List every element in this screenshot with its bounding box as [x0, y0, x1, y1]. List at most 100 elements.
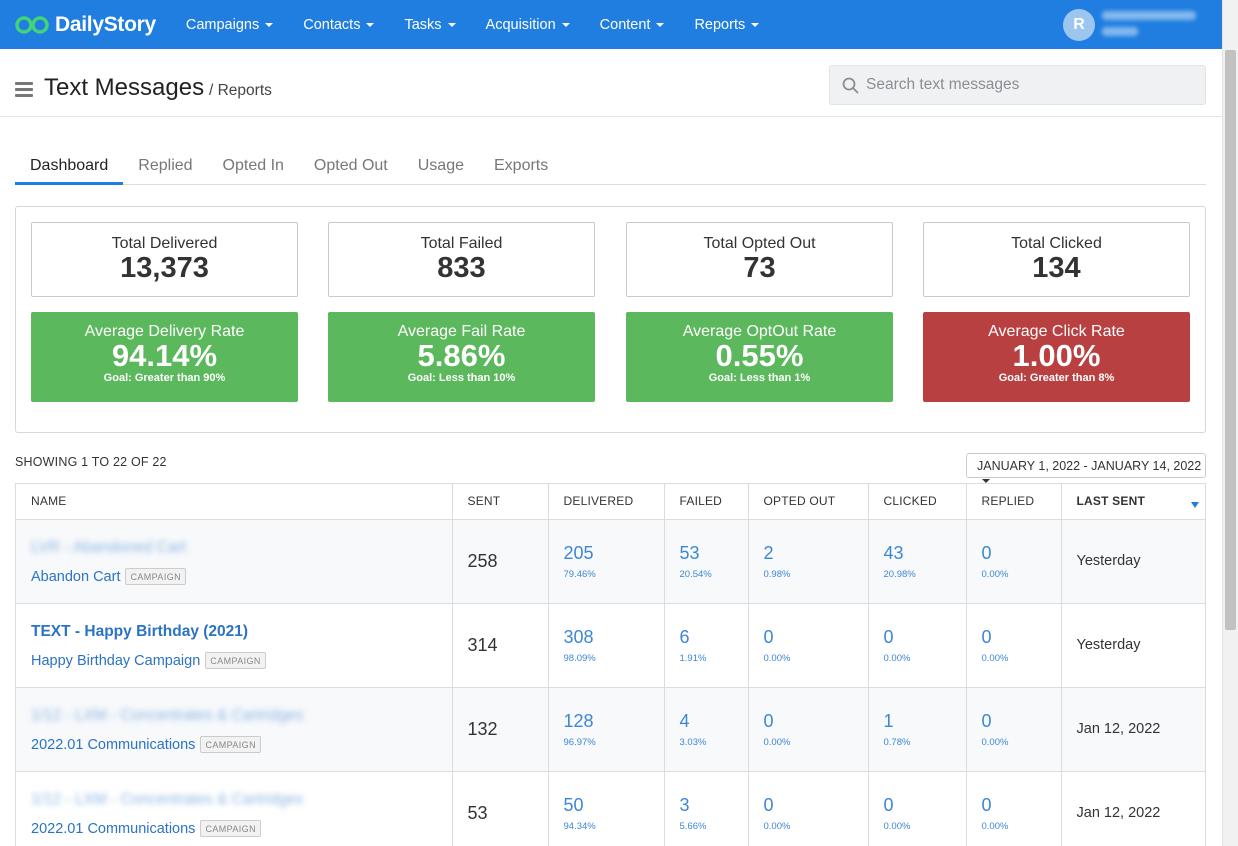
- stat-label: Total Opted Out: [703, 235, 816, 252]
- delivered-count[interactable]: 205: [564, 543, 664, 564]
- name-cell: LVR - Abandoned Cart Abandon Cart CAMPAI…: [16, 519, 453, 604]
- tab-opted-in[interactable]: Opted In: [208, 147, 299, 185]
- infinity-logo-icon: [15, 15, 49, 34]
- opted-out-percent: 0.00%: [763, 820, 791, 832]
- opted-out-count[interactable]: 2: [764, 543, 868, 564]
- tab-replied[interactable]: Replied: [123, 147, 207, 185]
- column-header-last-sent[interactable]: LAST SENT: [1061, 484, 1205, 520]
- brand-name: DailyStory: [55, 12, 156, 36]
- user-avatar[interactable]: R: [1063, 9, 1095, 41]
- delivered-count[interactable]: 50: [564, 795, 664, 816]
- failed-count[interactable]: 3: [680, 795, 748, 816]
- clicked-count[interactable]: 0: [884, 795, 966, 816]
- column-header-failed[interactable]: FAILED: [664, 484, 749, 520]
- nav-contacts[interactable]: Contacts: [288, 17, 389, 33]
- nav-content[interactable]: Content: [585, 17, 680, 33]
- clicked-count[interactable]: 1: [884, 711, 966, 732]
- messages-table: NAME SENT DELIVERED FAILED OPTED OUT CLI…: [15, 483, 1206, 846]
- clicked-count[interactable]: 43: [884, 543, 966, 564]
- message-name-link[interactable]: LVR - Abandoned Cart: [31, 539, 452, 559]
- last-sent: Jan 12, 2022: [1076, 805, 1161, 821]
- campaign-link[interactable]: Happy Birthday Campaign: [31, 653, 200, 669]
- hamburger-menu-icon[interactable]: [15, 82, 33, 100]
- sent-count: 314: [467, 634, 498, 655]
- stats-panel: Total Delivered 13,373 Total Failed 833 …: [15, 206, 1206, 433]
- replied-count[interactable]: 0: [982, 543, 1061, 564]
- nav-campaigns[interactable]: Campaigns: [171, 17, 288, 33]
- nav-label: Tasks: [404, 16, 442, 33]
- campaign-link[interactable]: Abandon Cart: [31, 569, 120, 585]
- rate-value: 0.55%: [715, 338, 804, 373]
- delivered-count[interactable]: 128: [564, 711, 664, 732]
- nav-label: Contacts: [303, 16, 361, 33]
- breadcrumb[interactable]: / Reports: [209, 82, 272, 100]
- name-cell: TEXT - Happy Birthday (2021) Happy Birth…: [16, 603, 453, 688]
- delivered-percent: 94.34%: [563, 820, 596, 832]
- stat-value: 13,373: [120, 252, 209, 284]
- logo[interactable]: DailyStory: [15, 13, 156, 37]
- column-header-replied[interactable]: REPLIED: [966, 484, 1062, 520]
- clicked-percent: 0.00%: [883, 652, 911, 664]
- column-header-name[interactable]: NAME: [16, 484, 453, 520]
- replied-count[interactable]: 0: [982, 795, 1061, 816]
- column-header-sent[interactable]: SENT: [452, 484, 549, 520]
- failed-count[interactable]: 4: [680, 711, 748, 732]
- stat-label: Total Clicked: [1011, 235, 1102, 252]
- stat-value: 833: [437, 252, 486, 284]
- tab-opted-out[interactable]: Opted Out: [299, 147, 403, 185]
- tab-dashboard[interactable]: Dashboard: [15, 147, 124, 185]
- replied-count[interactable]: 0: [982, 711, 1061, 732]
- date-range-picker[interactable]: JANUARY 1, 2022 - JANUARY 14, 2022: [966, 453, 1206, 483]
- message-name-link[interactable]: 1/12 - LXM - Concentrates & Cartridges: [31, 707, 452, 727]
- nav-label: Reports: [694, 16, 746, 33]
- campaign-info: 2022.01 Communications CAMPAIGN: [31, 736, 452, 753]
- delivered-count[interactable]: 308: [564, 627, 664, 648]
- sent-count: 258: [467, 550, 498, 571]
- column-header-label: LAST SENT: [1076, 494, 1145, 509]
- tab-usage[interactable]: Usage: [403, 147, 479, 185]
- chevron-down-icon: [447, 22, 456, 27]
- nav-acquisition[interactable]: Acquisition: [471, 17, 585, 33]
- campaign-badge: CAMPAIGN: [205, 652, 266, 669]
- campaign-link[interactable]: 2022.01 Communications: [31, 821, 195, 837]
- table-row: LVR - Abandoned Cart Abandon Cart CAMPAI…: [16, 519, 1205, 604]
- last-sent: Yesterday: [1076, 553, 1141, 569]
- sent-count: 132: [467, 718, 498, 739]
- message-name-link[interactable]: TEXT - Happy Birthday (2021): [31, 623, 452, 643]
- opted-out-count[interactable]: 0: [764, 711, 868, 732]
- opted-out-count[interactable]: 0: [764, 795, 868, 816]
- table-row: TEXT - Happy Birthday (2021) Happy Birth…: [16, 603, 1205, 688]
- column-header-clicked[interactable]: CLICKED: [868, 484, 967, 520]
- column-header-opted-out[interactable]: OPTED OUT: [748, 484, 869, 520]
- failed-count[interactable]: 6: [680, 627, 748, 648]
- failed-count[interactable]: 53: [680, 543, 748, 564]
- page-scrollbar[interactable]: [1222, 0, 1238, 846]
- nav-tasks[interactable]: Tasks: [389, 17, 470, 33]
- stat-label: Total Failed: [420, 235, 503, 252]
- message-name-link[interactable]: 1/12 - LXM - Concentrates & Cartridges: [31, 791, 452, 811]
- top-navbar: DailyStory Campaigns Contacts Tasks Acqu…: [0, 0, 1222, 49]
- tab-exports[interactable]: Exports: [479, 147, 563, 185]
- opted-out-percent: 0.00%: [763, 652, 791, 664]
- scrollbar-thumb[interactable]: [1225, 50, 1236, 630]
- clicked-percent: 0.00%: [883, 820, 911, 832]
- campaign-badge: CAMPAIGN: [200, 736, 261, 753]
- opted-out-percent: 0.00%: [763, 736, 791, 748]
- stat-value: 73: [743, 252, 776, 284]
- name-cell: 1/12 - LXM - Concentrates & Cartridges 2…: [16, 687, 453, 772]
- table-row: 1/12 - LXM - Concentrates & Cartridges 2…: [16, 687, 1205, 772]
- opted-out-count[interactable]: 0: [764, 627, 868, 648]
- replied-count[interactable]: 0: [982, 627, 1061, 648]
- nav-reports[interactable]: Reports: [679, 17, 774, 33]
- search-box: [829, 65, 1206, 105]
- clicked-count[interactable]: 0: [884, 627, 966, 648]
- column-header-delivered[interactable]: DELIVERED: [548, 484, 665, 520]
- replied-percent: 0.00%: [981, 568, 1009, 580]
- page-title: Text Messages: [44, 74, 205, 101]
- search-input[interactable]: [866, 66, 1196, 104]
- campaign-link[interactable]: 2022.01 Communications: [31, 737, 195, 753]
- campaign-info: Abandon Cart CAMPAIGN: [31, 568, 452, 585]
- report-tabs: Dashboard Replied Opted In Opted Out Usa…: [15, 147, 1206, 185]
- user-menu[interactable]: [1102, 11, 1198, 43]
- delivered-percent: 96.97%: [563, 736, 596, 748]
